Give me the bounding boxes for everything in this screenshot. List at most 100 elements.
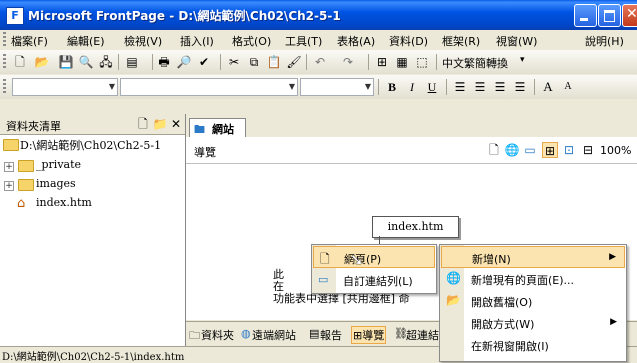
expand-icon[interactable]: +	[4, 162, 14, 172]
menubar-grip[interactable]	[3, 32, 6, 46]
window-title: Microsoft FrontPage - D:\網站範例\Ch02\Ch2-5…	[28, 9, 341, 23]
menu-item-open[interactable]: 📂 開啟舊檔(O)	[441, 290, 625, 312]
page-icon: 🗋	[320, 252, 330, 266]
menu-view[interactable]: 檢視(V)	[124, 33, 162, 49]
cut-icon[interactable]: ✂	[226, 54, 242, 70]
view-tab-navigation-active[interactable]: ⊞導覽	[351, 326, 387, 344]
menu-insert[interactable]: 插入(I)	[180, 33, 214, 49]
grow-font-button[interactable]: A	[540, 79, 556, 95]
maximize-button[interactable]	[598, 4, 621, 27]
justify-icon[interactable]: ☰	[512, 79, 528, 95]
align-left-icon[interactable]: ☰	[452, 79, 468, 95]
chevron-down-icon[interactable]: ▾	[520, 55, 525, 65]
menu-frames[interactable]: 框架(R)	[442, 33, 480, 49]
add-existing-page-icon[interactable]: 🌐	[504, 142, 520, 158]
insert-layer-icon[interactable]: ⬚	[414, 54, 430, 70]
nav-page-node[interactable]: index.htm	[372, 216, 459, 238]
tree-item-private[interactable]: _private	[36, 158, 81, 171]
search-icon[interactable]: 🔍	[78, 54, 94, 70]
tree-root[interactable]: D:\網站範例\Ch02\Ch2-5-1	[20, 137, 161, 153]
folder-icon	[3, 139, 19, 151]
toolbar-separator	[446, 79, 447, 95]
close-pane-icon[interactable]: ✕	[168, 116, 184, 132]
save-icon[interactable]: 💾	[58, 54, 74, 70]
menu-edit[interactable]: 編輯(E)	[67, 33, 105, 49]
align-center-icon[interactable]: ☰	[472, 79, 488, 95]
publish-icon[interactable]: 🖧	[98, 54, 114, 70]
home-page-icon: ⌂	[17, 196, 26, 211]
insert-table-icon[interactable]: ▦	[394, 54, 410, 70]
font-select[interactable]: ▼	[120, 78, 298, 96]
convert-chinese-button[interactable]: 中文繁簡轉換	[442, 55, 508, 71]
redo-icon[interactable]: ↷	[340, 54, 356, 70]
zoom-in-icon[interactable]: ⊡	[561, 142, 577, 158]
view-subtree-icon[interactable]: ⊟	[580, 142, 596, 158]
tree-item-images[interactable]: images	[36, 177, 76, 190]
italic-button[interactable]: I	[404, 79, 420, 95]
menu-item-open-with[interactable]: 開啟方式(W) ▶	[441, 312, 625, 334]
submenu-item-page[interactable]: 🗋 網頁(P)	[313, 246, 435, 268]
chevron-down-icon: ▼	[108, 82, 115, 91]
view-tab-folders[interactable]: 資料夾	[201, 327, 234, 343]
link-bar-icon[interactable]: ▭	[522, 142, 538, 158]
new-page-icon[interactable]: 🗋	[486, 142, 502, 158]
toggle-pane-icon[interactable]: ▤	[124, 54, 140, 70]
new-page-icon[interactable]: 🗋	[12, 54, 28, 70]
submenu-arrow-icon: ▶	[609, 252, 616, 262]
open-folder-icon[interactable]: 📂	[34, 54, 50, 70]
mouse-pointer-icon: ➘	[350, 250, 364, 269]
tree-item-index[interactable]: index.htm	[36, 196, 92, 209]
paste-icon[interactable]: 📋	[266, 54, 282, 70]
zoom-value[interactable]: 100%	[600, 144, 631, 157]
toolbar-grip[interactable]	[3, 79, 6, 95]
folder-icon	[18, 179, 34, 191]
menu-item-add-existing[interactable]: 🌐 新增現有的頁面(E)...	[441, 268, 625, 290]
expand-icon[interactable]: +	[4, 181, 14, 191]
view-tab-remote[interactable]: 遠端網站	[252, 327, 296, 343]
new-page-icon[interactable]: 🗋	[135, 116, 151, 132]
menu-item-open-new-window[interactable]: 在新視窗開啟(I)	[441, 334, 625, 356]
frontpage-icon[interactable]: F	[6, 7, 24, 25]
print-icon[interactable]: 🖶	[156, 54, 172, 70]
menu-data[interactable]: 資料(D)	[389, 33, 428, 49]
menu-help[interactable]: 說明(H)	[585, 33, 624, 49]
status-path: D:\網站範例\Ch02\Ch2-5-1\index.htm	[2, 352, 185, 363]
menu-file[interactable]: 檔案(F)	[11, 33, 48, 49]
toolbar-separator	[436, 54, 437, 70]
format-painter-icon[interactable]: 🖌	[286, 54, 302, 70]
menu-item-new[interactable]: 新增(N) ▶	[441, 246, 625, 268]
portrait-landscape-icon[interactable]: ⊞	[542, 142, 558, 158]
menu-item-open-with-label: 開啟方式(W)	[471, 318, 535, 331]
navigation-header: 導覽 🗋 🌐 ▭ ⊞ ⊡ ⊟ 100%	[186, 137, 637, 164]
menu-window[interactable]: 視窗(W)	[496, 33, 537, 49]
add-existing-page-icon: 🌐	[446, 271, 461, 285]
view-tab-hyperlinks[interactable]: 超連結	[406, 327, 439, 343]
toolbar-separator	[378, 79, 379, 95]
submenu-item-custom-link-bar[interactable]: ▭ 自訂連結列(L)	[313, 269, 435, 291]
underline-button[interactable]: U	[424, 79, 440, 95]
menu-item-new-label: 新增(N)	[472, 253, 511, 266]
tab-web-site[interactable]: 🖿 網站	[189, 118, 246, 137]
shrink-font-button[interactable]: A	[560, 79, 576, 95]
menu-tools[interactable]: 工具(T)	[285, 33, 322, 49]
navigation-context-menu: 新增(N) ▶ 🌐 新增現有的頁面(E)... 📂 開啟舊檔(O) 開啟方式(W…	[439, 244, 627, 362]
close-button[interactable]: ✕	[622, 4, 637, 27]
chevron-down-icon: ▼	[364, 82, 371, 91]
toolbar-grip[interactable]	[3, 54, 6, 70]
menu-format[interactable]: 格式(O)	[232, 33, 271, 49]
view-tab-reports[interactable]: 報告	[320, 327, 342, 343]
minimize-button[interactable]	[574, 4, 597, 27]
preview-icon[interactable]: 🔎	[176, 54, 192, 70]
align-right-icon[interactable]: ☰	[492, 79, 508, 95]
new-folder-icon[interactable]: 📁	[152, 116, 168, 132]
bold-button[interactable]: B	[384, 79, 400, 95]
undo-icon[interactable]: ↶	[312, 54, 328, 70]
web-component-icon[interactable]: ⊞	[374, 54, 390, 70]
toolbar-spacer	[0, 100, 637, 113]
style-select[interactable]: ▼	[12, 78, 118, 96]
spelling-icon[interactable]: ✔	[196, 54, 212, 70]
copy-icon[interactable]: ⧉	[246, 54, 262, 70]
menu-table[interactable]: 表格(A)	[337, 33, 375, 49]
font-size-select[interactable]: ▼	[300, 78, 374, 96]
toolbar-separator	[368, 54, 369, 70]
